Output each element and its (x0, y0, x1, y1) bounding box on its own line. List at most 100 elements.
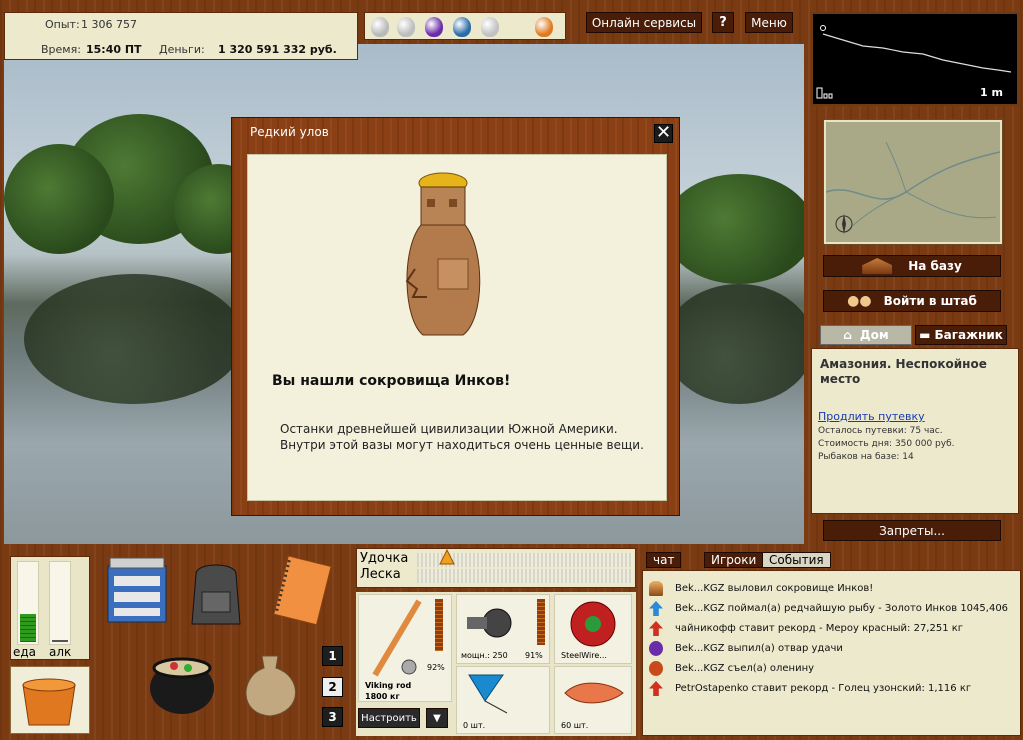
line-tension-bar (417, 569, 633, 583)
line-name: SteelWire... (561, 651, 607, 660)
tree-reflection (24, 274, 244, 404)
chevron-down-icon[interactable]: ▼ (426, 708, 448, 728)
reel-power: мощн.: 250 (461, 651, 508, 660)
dialog-text: Останки древнейшей цивилизации Южной Аме… (280, 422, 644, 452)
line-tension-label: Леска (360, 567, 401, 582)
potion-bar (364, 12, 566, 40)
car-icon: ▬ (919, 328, 931, 342)
location-map[interactable] (824, 120, 1002, 244)
close-icon[interactable]: ✕ (654, 124, 673, 143)
bait-count: 60 шт. (561, 721, 589, 730)
float-slot[interactable]: 0 шт. (456, 666, 550, 734)
tension-panel: Удочка Леска (356, 548, 636, 588)
reel-slot[interactable]: мощн.: 250 91% (456, 594, 550, 664)
rod-wear-bar (435, 599, 443, 651)
location-info: Амазония. Неспокойное место Продлить пут… (811, 348, 1019, 514)
list-item: чайникофф ставит рекорд - Мероу красный:… (649, 621, 963, 636)
tab-players[interactable]: Игроки (704, 552, 764, 568)
slot-3-button[interactable]: 3 (322, 707, 343, 727)
jungle-tree (4, 144, 114, 254)
sack-icon[interactable] (232, 646, 308, 722)
tab-trunk[interactable]: ▬ Багажник (915, 325, 1007, 345)
home-icon: ⌂ (843, 328, 852, 342)
line-spool-icon (570, 601, 616, 647)
potion-icon[interactable] (397, 17, 415, 37)
needs-panel: еда алк (10, 556, 90, 660)
trip-remaining: Осталось путевки: 75 час. (818, 426, 943, 436)
event-text: Bek...KGZ съел(а) оленину (675, 663, 815, 674)
list-item: PetrOstapenko ставит рекорд - Голец узон… (649, 681, 971, 696)
tab-chat[interactable]: чат (646, 552, 682, 568)
potion-icon[interactable] (371, 17, 389, 37)
alcohol-bar-fill (52, 640, 68, 642)
day-cost: Стоимость дня: 350 000 руб. (818, 439, 955, 449)
line-slot[interactable]: SteelWire... (554, 594, 632, 664)
notebook-icon[interactable] (266, 554, 336, 630)
food-label: еда (13, 645, 37, 659)
setup-button[interactable]: Настроить (358, 708, 420, 728)
tab-trunk-label: Багажник (934, 328, 1003, 342)
bucket-slot[interactable] (10, 666, 90, 734)
location-title: Амазония. Неспокойное место (820, 357, 987, 386)
arrow-up-blue-icon (649, 601, 663, 616)
rod-icon (372, 599, 422, 677)
float-icon (468, 674, 508, 714)
money-value: 1 320 591 332 руб. (218, 43, 337, 56)
rod-slot[interactable]: 92% Viking rod 1800 кг (358, 594, 452, 702)
potion-icon (649, 641, 663, 656)
slot-2-button[interactable]: 2 (322, 677, 343, 697)
time-value: 15:40 ПТ (86, 43, 142, 56)
event-text: Bek...KGZ выпил(а) отвар удачи (675, 643, 843, 654)
event-text: PetrOstapenko ставит рекорд - Голец узон… (675, 683, 972, 694)
gear-panel: 92% Viking rod 1800 кг мощн.: 250 91% St… (356, 592, 636, 736)
rod-tension-label: Удочка (360, 551, 409, 566)
menu-button[interactable]: Меню (745, 12, 793, 33)
anglers-count: Рыбаков на базе: 14 (818, 452, 914, 462)
bait-slot[interactable]: 60 шт. (554, 666, 632, 734)
potion-icon[interactable] (453, 17, 471, 37)
inca-vase-icon (405, 172, 481, 336)
list-item: Bek...KGZ выпил(а) отвар удачи (649, 641, 843, 656)
jungle-tree (664, 174, 804, 284)
food-icon (649, 661, 663, 676)
depth-profile: 1 m (811, 12, 1019, 106)
exp-value: 1 306 757 (81, 18, 137, 31)
player-stats: Опыт: 1 306 757 Время: 15:40 ПТ Деньги: … (4, 12, 358, 60)
depth-value: 1 m (980, 86, 1003, 99)
tab-home[interactable]: ⌂ Дом (820, 325, 912, 345)
rod-name: Viking rod (365, 681, 412, 690)
food-bar-fill (20, 614, 36, 642)
rare-catch-dialog: Редкий улов ✕ Вы нашли сокровища Инков! … (231, 117, 680, 516)
food-bar (17, 561, 39, 645)
event-text: Bek...KGZ поймал(а) редчайшую рыбу - Зол… (675, 603, 1009, 614)
alcohol-label: алк (49, 645, 72, 659)
chat-panel: чат Игроки События Bek...KGZ выловил сок… (642, 550, 1021, 736)
enter-hq-button[interactable]: ●● Войти в штаб (823, 290, 1001, 312)
bans-button[interactable]: Запреты... (823, 520, 1001, 541)
go-base-button[interactable]: На базу (823, 255, 1001, 277)
tackle-box-icon[interactable] (104, 552, 170, 628)
online-services-button[interactable]: Онлайн сервисы (586, 12, 702, 33)
reel-percent: 91% (525, 651, 543, 660)
reel-icon (467, 608, 512, 638)
rod-percent: 92% (427, 663, 445, 672)
list-item: Bek...KGZ поймал(а) редчайшую рыбу - Зол… (649, 601, 1008, 616)
potion-icon[interactable] (481, 17, 499, 37)
bucket-icon (22, 678, 76, 726)
tab-events[interactable]: События (762, 552, 831, 568)
reel-wear-bar (537, 599, 545, 645)
dialog-body: Вы нашли сокровища Инков! Останки древне… (247, 154, 667, 501)
extend-trip-link[interactable]: Продлить путевку (818, 410, 925, 423)
arrow-up-red-icon (649, 621, 663, 636)
potion-icon[interactable] (535, 17, 553, 37)
event-text: чайникофф ставит рекорд - Мероу красный:… (675, 623, 964, 634)
potion-icon[interactable] (425, 17, 443, 37)
map-rivers (825, 122, 1001, 242)
cauldron-icon[interactable] (144, 644, 220, 720)
backpack-icon[interactable] (188, 556, 244, 628)
tree-reflection (664, 284, 804, 404)
help-button[interactable]: ? (712, 12, 734, 33)
alcohol-bar (49, 561, 71, 645)
float-count: 0 шт. (463, 721, 486, 730)
slot-1-button[interactable]: 1 (322, 646, 343, 666)
